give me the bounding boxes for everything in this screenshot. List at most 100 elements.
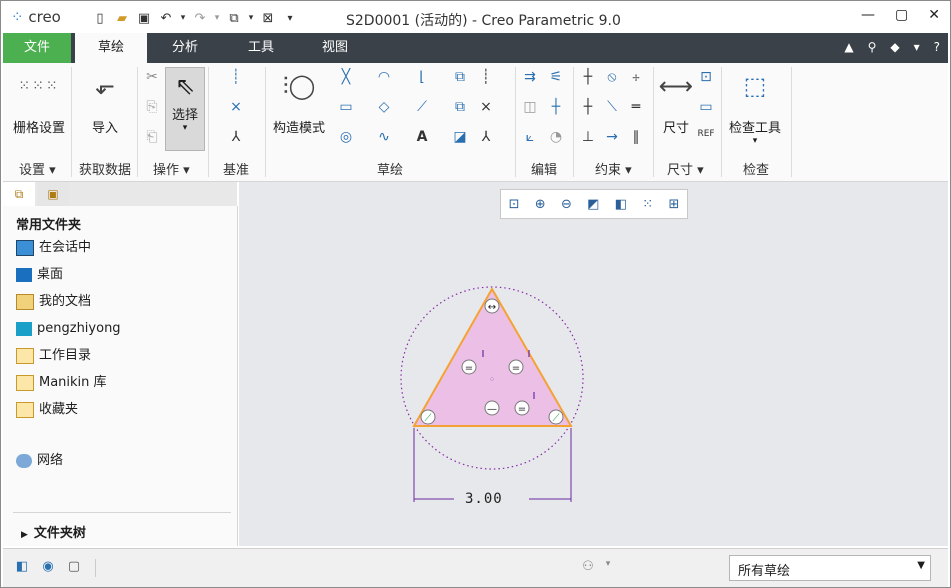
find-icon[interactable]: ⚇ <box>579 559 597 577</box>
copy-icon[interactable]: ⎘ <box>143 99 161 115</box>
dropdown-icon[interactable]: ▾ <box>914 40 920 54</box>
selection-filter-value: 所有草绘 <box>738 564 791 579</box>
grid-icon: ⁙⁙⁙ <box>18 78 60 94</box>
point-icon[interactable]: × <box>227 99 245 115</box>
folder-item-my-documents[interactable]: 我的文档 <box>16 292 91 312</box>
ellipse-icon[interactable]: ◇ <box>375 99 393 115</box>
minimize-icon[interactable]: — <box>861 7 875 23</box>
coordinate-system-icon[interactable]: ⅄ <box>227 129 245 145</box>
coincident-constraint-icon[interactable]: → <box>603 129 621 145</box>
fillet-icon[interactable]: ⌊ <box>413 69 431 85</box>
circle-icon[interactable]: ◎ <box>337 129 355 145</box>
perpendicular-constraint-icon[interactable]: ⊥ <box>579 129 597 145</box>
folder-item-working-directory[interactable]: 工作目录 <box>16 346 91 366</box>
paste-icon[interactable]: ⎗ <box>143 129 161 145</box>
folder-item-manikin-library[interactable]: Manikin 库 <box>16 373 107 393</box>
application-window: ⁘ creo ▯ ▰ ▣ ↶ ▾ ↷ ▾ ⧉ ▾ ⊠ ▾ S2D0001 (活动… <box>0 0 951 588</box>
close-window-icon[interactable]: ⊠ <box>259 11 277 26</box>
grid-settings-button[interactable]: ⁙⁙⁙ 栅格设置 <box>11 67 67 136</box>
import-button[interactable]: ⬐ 导入 <box>83 67 127 136</box>
palette-icon[interactable]: ◪ <box>451 129 469 145</box>
spline-icon[interactable]: ∿ <box>375 129 393 145</box>
collapse-ribbon-icon[interactable]: ▲ <box>844 40 853 54</box>
equal-constraint-icon[interactable]: ═ <box>627 99 645 115</box>
vertical-constraint-icon[interactable]: ┼ <box>579 69 597 85</box>
tab-model-tree[interactable]: ⧉ <box>3 182 35 206</box>
symmetric-constraint-icon[interactable]: ⧾ <box>627 69 645 85</box>
corner-icon[interactable]: ┼ <box>547 99 565 115</box>
graduation-cap-icon[interactable]: ◆ <box>890 40 899 54</box>
tab-analysis[interactable]: 分析 <box>149 33 221 63</box>
undo-icon[interactable]: ↶ <box>157 11 175 26</box>
tab-folder-browser[interactable]: ▣ <box>37 182 69 206</box>
reference-icon[interactable]: REF <box>697 129 715 139</box>
cut-icon[interactable]: ✂ <box>143 69 161 85</box>
save-icon[interactable]: ▣ <box>135 11 153 26</box>
undo-dropdown-icon[interactable]: ▾ <box>179 13 187 23</box>
construction-mode-button[interactable]: ⫶◯ 构造模式 <box>269 67 329 136</box>
help-icon[interactable]: ? <box>934 40 940 54</box>
folder-item-user[interactable]: pengzhiyong <box>16 319 121 339</box>
divide-icon[interactable]: ◔ <box>547 129 565 145</box>
sketch-point-icon[interactable]: × <box>477 99 495 115</box>
delete-segment-icon[interactable]: ⚟ <box>547 69 565 85</box>
parallel-constraint-icon[interactable]: ∥ <box>627 129 645 145</box>
mirror-icon[interactable]: ◫ <box>521 99 539 115</box>
group-constrain[interactable]: 约束 ▾ <box>595 159 632 178</box>
documents-icon <box>16 294 34 310</box>
regenerate-dropdown-icon[interactable]: ▾ <box>247 13 255 23</box>
thicken-icon[interactable]: ⧉ <box>451 99 469 115</box>
search-icon[interactable]: ⚲ <box>868 40 877 54</box>
navigator-toggle-icon[interactable]: ◧ <box>13 559 31 577</box>
group-settings[interactable]: 设置 ▾ <box>19 159 56 178</box>
folder-item-in-session[interactable]: 在会话中 <box>16 238 91 258</box>
midpoint-constraint-icon[interactable]: ⟍ <box>603 99 621 115</box>
perimeter-icon[interactable]: ⊡ <box>697 69 715 85</box>
offset-icon[interactable]: ⧉ <box>451 69 469 85</box>
line-icon[interactable]: ╳ <box>337 69 355 85</box>
arc-icon[interactable]: ◠ <box>375 69 393 85</box>
regenerate-icon[interactable]: ⧉ <box>225 11 243 26</box>
centerline-icon[interactable]: ┊ <box>227 69 245 85</box>
modify-icon[interactable]: ⇉ <box>521 69 539 85</box>
group-operations[interactable]: 操作 ▾ <box>153 159 190 178</box>
find-dropdown-icon[interactable]: ▾ <box>599 559 617 577</box>
folder-item-desktop[interactable]: 桌面 <box>16 265 63 285</box>
customize-toolbar-icon[interactable]: ▾ <box>281 13 299 24</box>
centerline-sketch-icon[interactable]: ┊ <box>477 69 495 85</box>
import-icon: ⬐ <box>94 72 116 100</box>
dimension-value[interactable]: 3.00 <box>465 491 503 507</box>
group-dimension[interactable]: 尺寸 ▾ <box>667 159 704 178</box>
chamfer-icon[interactable]: ⟋ <box>413 99 431 115</box>
full-screen-icon[interactable]: ▢ <box>65 559 83 577</box>
tab-tools[interactable]: 工具 <box>225 33 297 63</box>
folder-tree-toggle[interactable]: ▶ 文件夹树 <box>21 522 86 541</box>
equal-glyph: = <box>518 404 526 415</box>
quick-access-toolbar: ▯ ▰ ▣ ↶ ▾ ↷ ▾ ⧉ ▾ ⊠ ▾ <box>91 8 299 28</box>
baseline-icon[interactable]: ▭ <box>697 99 715 115</box>
tangent-constraint-icon[interactable]: ⦸ <box>603 69 621 85</box>
tab-file[interactable]: 文件 <box>3 33 71 63</box>
folder-item-network[interactable]: 网络 <box>16 451 63 471</box>
rectangle-icon[interactable]: ▭ <box>337 99 355 115</box>
folder-item-favorites[interactable]: 收藏夹 <box>16 400 78 420</box>
browser-icon[interactable]: ◉ <box>39 559 57 577</box>
close-icon[interactable]: ✕ <box>928 7 940 23</box>
open-file-icon[interactable]: ▰ <box>113 11 131 26</box>
rotate-resize-icon[interactable]: ⟀ <box>521 129 539 145</box>
new-file-icon[interactable]: ▯ <box>91 11 109 26</box>
redo-dropdown-icon[interactable]: ▾ <box>213 13 221 23</box>
selection-filter-dropdown[interactable]: 所有草绘 ▼ <box>729 555 931 581</box>
inspect-tool-button[interactable]: ⬚ 检查工具 ▾ <box>727 67 783 146</box>
graphics-area[interactable]: ⊡ ⊕ ⊖ ◩ ◧ ⁙ ⊞ ↔ = = — = ⟋ ⟋ ⁘ 3.00 <box>239 182 948 546</box>
text-icon[interactable]: A <box>413 129 431 145</box>
folder-item-label: 网络 <box>37 453 64 468</box>
sketch-coordinate-icon[interactable]: ⅄ <box>477 129 495 145</box>
select-button[interactable]: ⇖ 选择 ▾ <box>165 67 205 151</box>
redo-icon[interactable]: ↷ <box>191 11 209 26</box>
tab-sketch[interactable]: 草绘 <box>75 33 147 63</box>
dimension-button[interactable]: ⟷ 尺寸 <box>657 67 695 136</box>
horizontal-constraint-icon[interactable]: ┼ <box>579 99 597 115</box>
maximize-icon[interactable]: ▢ <box>895 7 908 23</box>
tab-view[interactable]: 视图 <box>299 33 371 63</box>
